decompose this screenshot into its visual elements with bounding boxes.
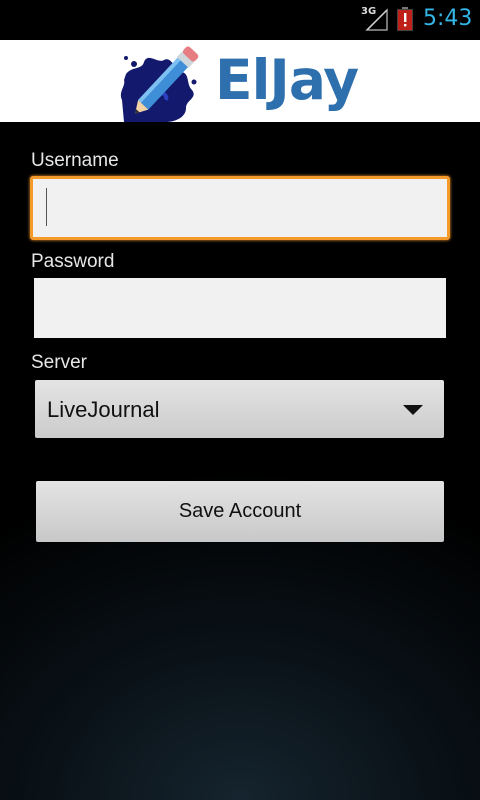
server-label: Server — [31, 352, 87, 373]
dropdown-arrow-icon — [403, 405, 423, 415]
save-account-button[interactable]: Save Account — [36, 481, 444, 542]
password-field[interactable] — [34, 278, 446, 338]
signal-icon — [365, 8, 388, 31]
app-name: ElJay — [215, 48, 359, 112]
text-caret — [46, 188, 47, 226]
pencil-splash-icon — [120, 46, 199, 122]
username-field[interactable] — [30, 176, 450, 240]
battery-alert-icon — [397, 7, 413, 31]
status-bar: 3G 5:43 — [0, 0, 480, 40]
password-label: Password — [31, 251, 115, 272]
server-selected-value: LiveJournal — [47, 397, 160, 422]
app-header: ElJay — [0, 40, 480, 122]
status-clock: 5:43 — [423, 6, 473, 31]
server-dropdown[interactable]: LiveJournal — [35, 380, 444, 438]
app-screen: 3G 5:43 ElJay Username Password Server L… — [0, 0, 480, 800]
username-label: Username — [31, 150, 119, 171]
